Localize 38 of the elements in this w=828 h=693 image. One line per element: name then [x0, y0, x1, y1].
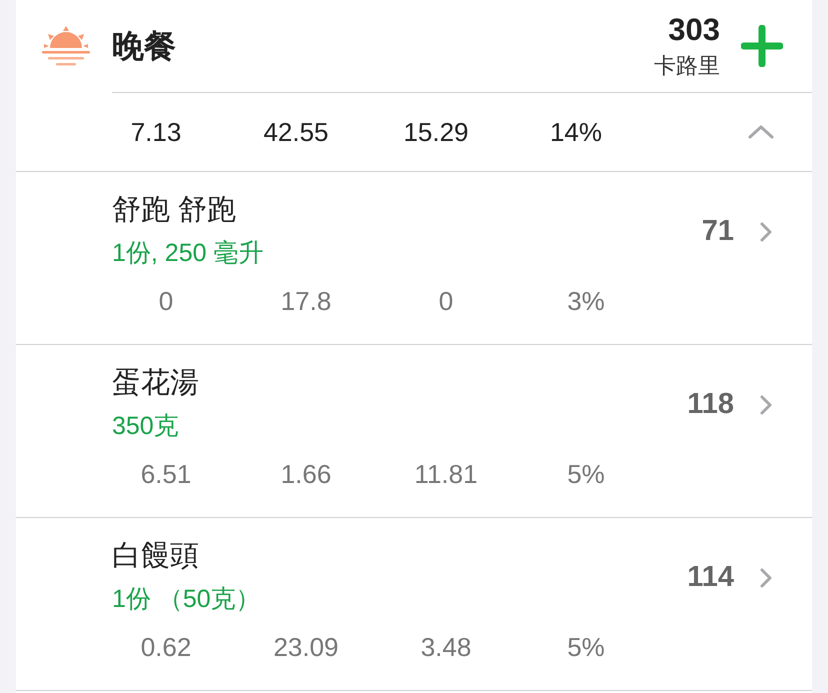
- food-name: 蛋花湯: [112, 366, 200, 401]
- food-row[interactable]: 白饅頭 1份 （50克） 0.62 23.09 3.48 5% 114: [16, 518, 812, 691]
- nutrient-value: 0.62: [140, 631, 192, 664]
- nutrient-value: 6.51: [140, 458, 192, 491]
- nutrient-value: 0: [438, 285, 454, 318]
- sunset-icon: [40, 24, 92, 68]
- nutrient-value: 0: [158, 285, 174, 318]
- food-portion: 1份 （50克）: [112, 584, 262, 615]
- nutrient-value: 3.48: [420, 631, 472, 664]
- nutrient-value: 5%: [567, 631, 605, 664]
- chevron-icon: [760, 395, 772, 415]
- nutrient-value: 14%: [550, 116, 602, 148]
- food-calories: 71: [702, 214, 734, 250]
- meal-title: 晚餐: [112, 27, 176, 66]
- nutrient-value: 17.8: [280, 285, 332, 318]
- chevron-icon: [760, 222, 772, 242]
- nutrient-value: 7.13: [130, 116, 182, 148]
- food-portion: 1份, 250 毫升: [112, 238, 264, 269]
- plus-icon: [741, 25, 783, 67]
- food-row[interactable]: 舒跑 舒跑 1份, 250 毫升 0 17.8 0 3% 71: [16, 172, 812, 345]
- food-calories: 114: [687, 560, 734, 596]
- nutrient-value: 5%: [567, 458, 605, 491]
- calorie-unit: 卡路里: [654, 52, 720, 80]
- nutrient-value: 15.29: [403, 116, 469, 148]
- nutrient-value: 23.09: [273, 631, 339, 664]
- chevron-icon: [748, 125, 774, 139]
- calorie-total: 303: [668, 10, 720, 48]
- nutrient-value: 42.55: [263, 116, 329, 148]
- add-button[interactable]: [740, 24, 784, 68]
- food-name: 舒跑 舒跑: [112, 193, 238, 228]
- nutrient-value: 11.81: [414, 458, 478, 491]
- food-row[interactable]: 蛋花湯 350克 6.51 1.66 11.81 5% 118: [16, 345, 812, 518]
- food-name: 白饅頭: [112, 539, 200, 574]
- nutrient-value: 1.66: [280, 458, 332, 491]
- nutrient-value: 3%: [567, 285, 605, 318]
- food-calories: 118: [687, 387, 734, 422]
- chevron-icon: [760, 568, 772, 588]
- food-portion: 350克: [112, 411, 180, 442]
